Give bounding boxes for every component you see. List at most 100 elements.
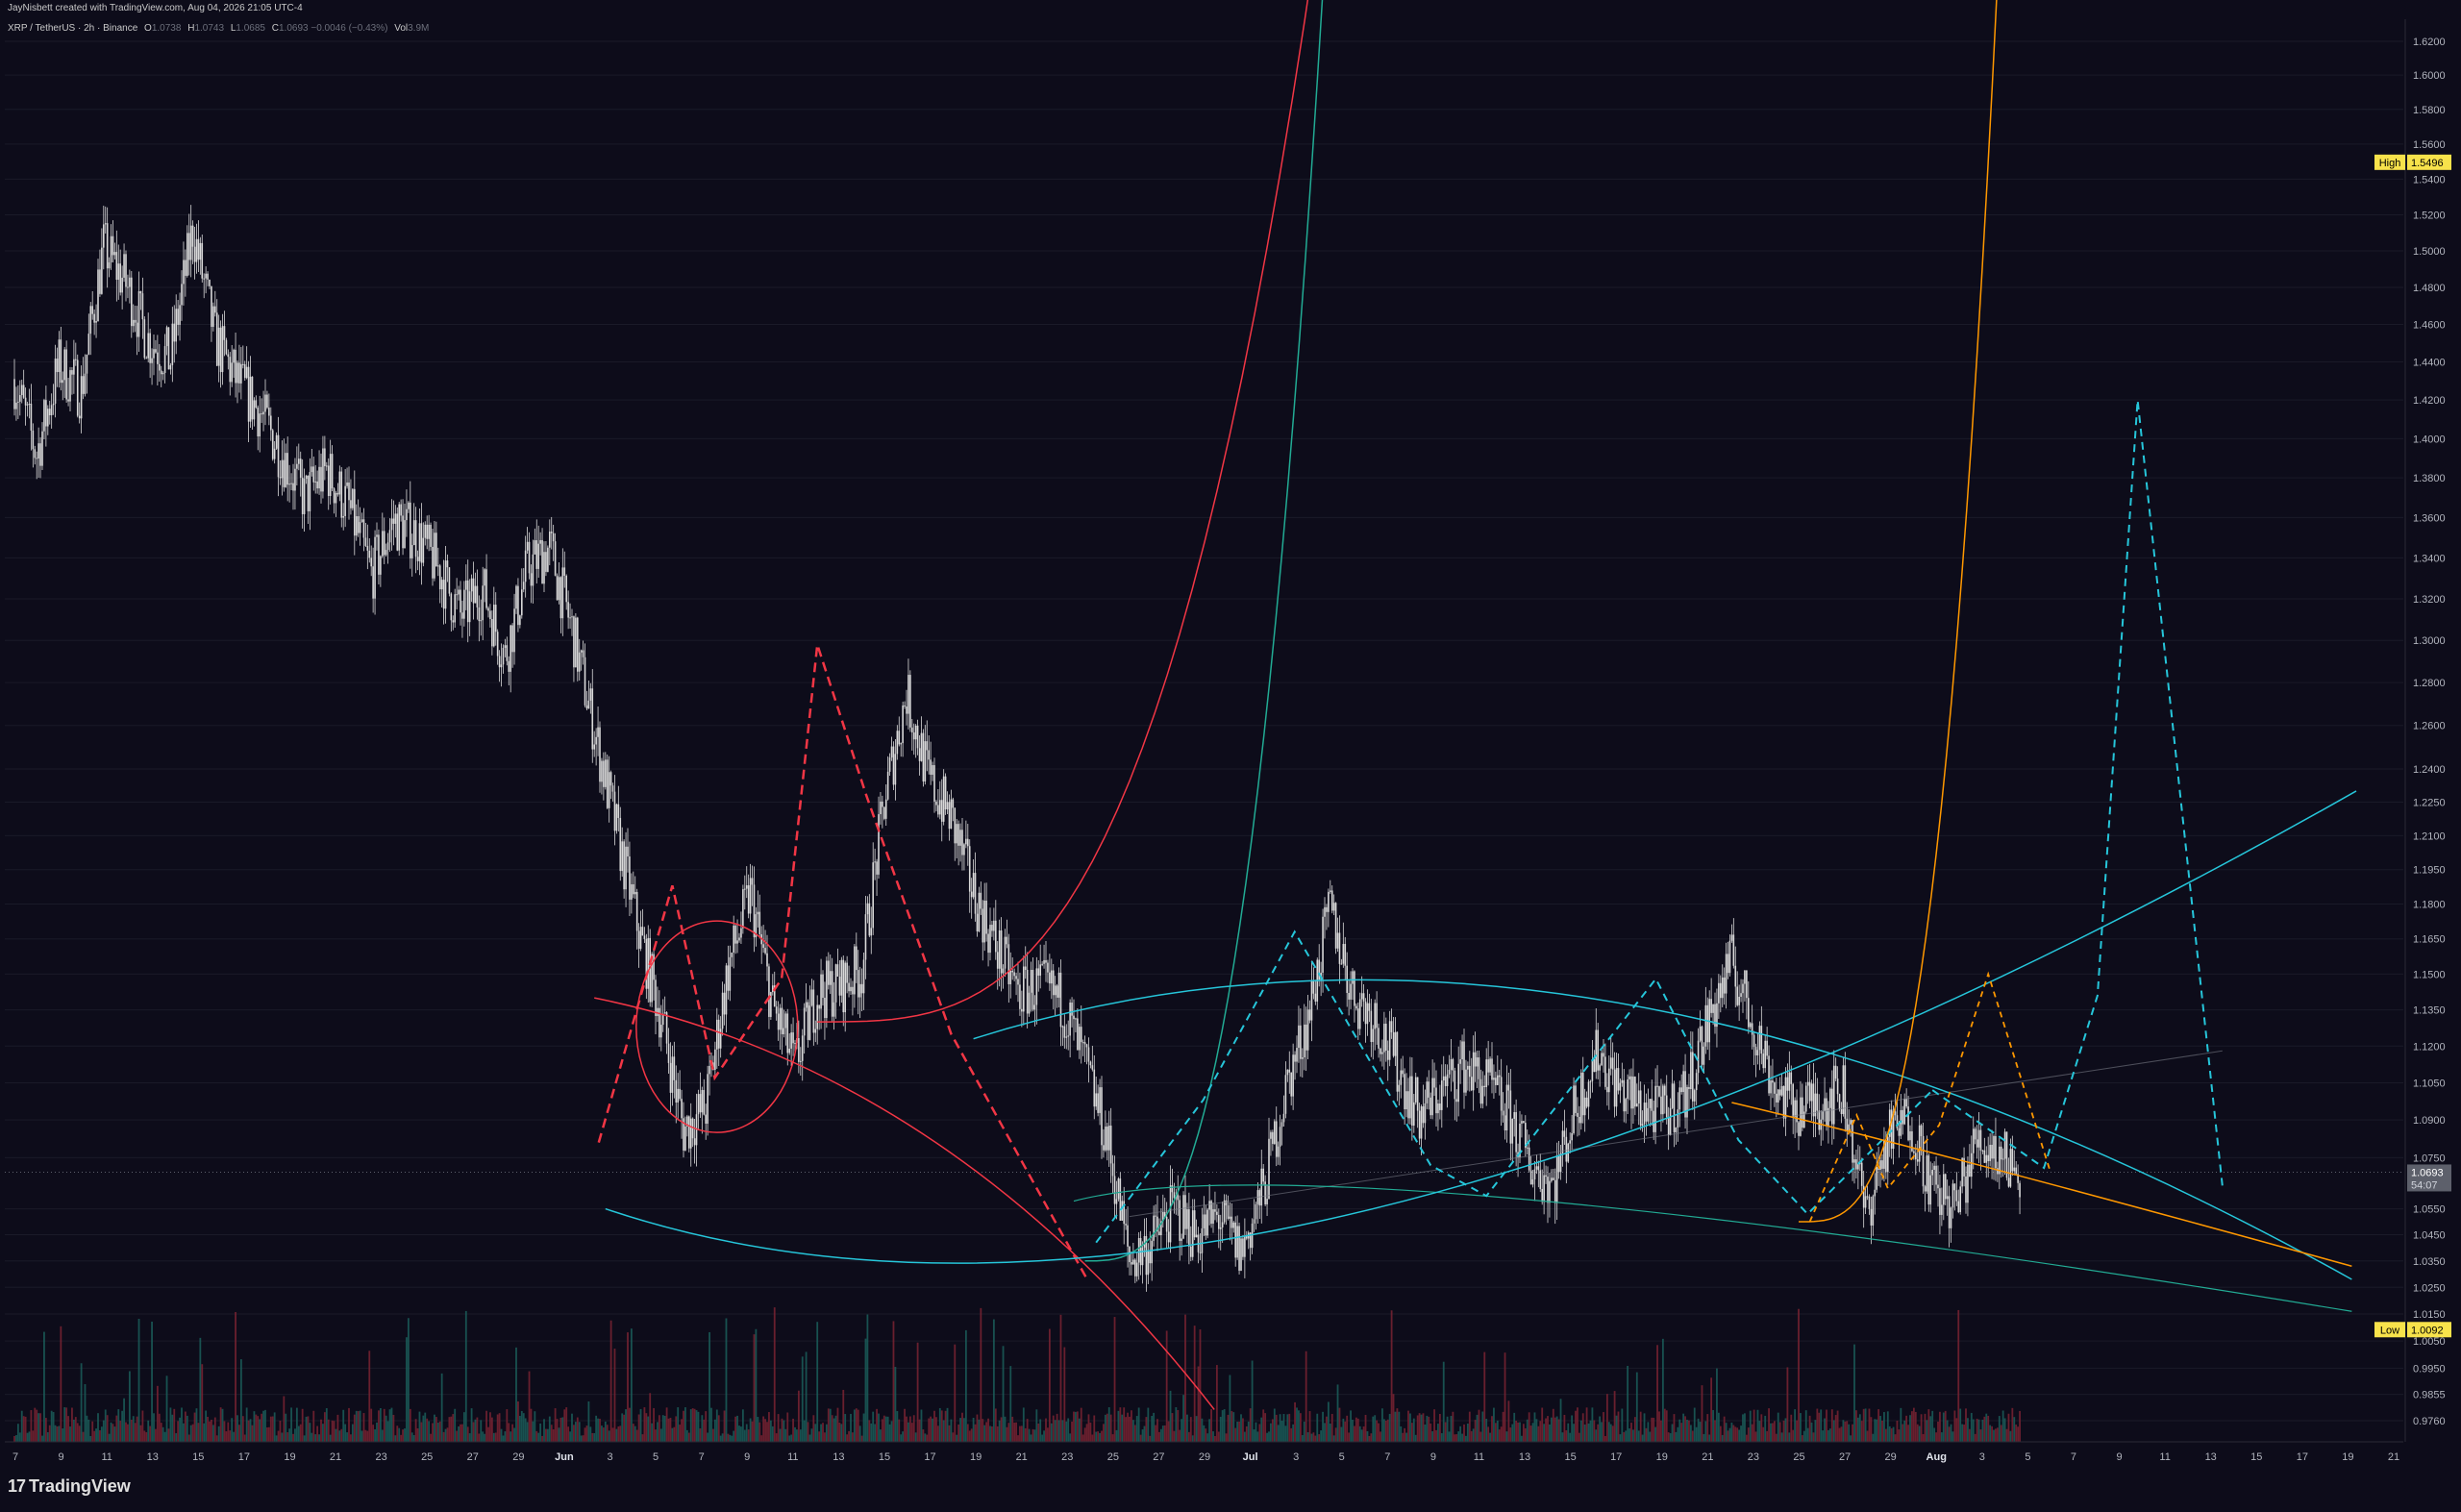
volume-bar (825, 1424, 828, 1442)
y-tick-label: 1.6200 (2413, 37, 2446, 48)
candle-body (28, 403, 31, 405)
volume-bar (862, 1413, 865, 1442)
volume-bar (1663, 1408, 1666, 1442)
candle-body (1344, 944, 1347, 966)
volume-bar (163, 1431, 166, 1442)
volume-bar (1517, 1422, 1519, 1442)
volume-bar (963, 1418, 965, 1442)
volume-bar (814, 1424, 817, 1442)
volume-bar (1493, 1407, 1495, 1442)
volume-bar (1948, 1426, 1951, 1442)
volume-bar (924, 1433, 927, 1442)
candle-body (1282, 1113, 1285, 1123)
volume-bar (125, 1422, 127, 1442)
candle-body (846, 962, 848, 983)
brand-name: TradingView (29, 1476, 131, 1496)
candle-body (1804, 1085, 1807, 1112)
x-tick-label: 27 (1153, 1451, 1164, 1463)
candle-body (1758, 1026, 1761, 1051)
volume-bar (1308, 1411, 1311, 1442)
volume-bar (1205, 1428, 1207, 1442)
candle-body (807, 1002, 809, 1040)
volume-bar (1461, 1433, 1463, 1442)
volume-bar (2000, 1425, 2002, 1442)
volume-bar (1589, 1420, 1592, 1442)
volume-bar (1159, 1428, 1162, 1442)
candle-body (294, 468, 296, 491)
volume-bar (1212, 1431, 1214, 1442)
candle-body (948, 802, 951, 830)
candle-body (831, 971, 833, 1017)
price-marker-value: 1.5496 (2411, 158, 2444, 169)
volume-bar (972, 1417, 975, 1442)
volume-bar (485, 1410, 487, 1442)
volume-bar (1282, 1414, 1285, 1442)
volume-bar (28, 1431, 31, 1442)
tradingview-logo[interactable]: 17 TradingView (8, 1476, 131, 1497)
volume-bar (1065, 1421, 1068, 1442)
volume-bar (243, 1434, 246, 1442)
candle-body (1474, 1052, 1477, 1067)
candle-body (268, 408, 270, 416)
axes: 1.62001.60001.58001.56001.54001.52001.50… (5, 0, 2461, 1512)
candle-body (1693, 1090, 1696, 1102)
volume-bar (1881, 1420, 1883, 1442)
candle-body (390, 518, 393, 531)
candle-body (526, 541, 529, 551)
candle-body (719, 1029, 722, 1049)
candle-body (1011, 970, 1013, 973)
candle-body (127, 286, 129, 288)
candle-body (1768, 1055, 1770, 1094)
volume-bar (1680, 1423, 1683, 1442)
candle-body (20, 384, 23, 396)
candle-body (75, 359, 77, 360)
volume-bar (907, 1422, 909, 1442)
candle-body (262, 411, 264, 415)
candle-body (535, 540, 538, 569)
candle-body (496, 632, 499, 657)
volume-bar (651, 1423, 654, 1442)
volume-bar (1559, 1399, 1562, 1442)
candle-body (478, 607, 481, 622)
volume-bar (1599, 1416, 1602, 1442)
volume-bar (407, 1318, 410, 1442)
candle-body (1405, 1091, 1407, 1110)
volume-bar (546, 1428, 549, 1442)
candle-body (1251, 1223, 1254, 1249)
candle-body (1728, 940, 1731, 974)
candle-body (1561, 1130, 1564, 1153)
candle-body (1334, 903, 1337, 949)
candle-body (876, 861, 878, 875)
volume-bar (569, 1431, 571, 1442)
volume-bar (914, 1432, 917, 1442)
volume-bar (1153, 1412, 1156, 1442)
candle-body (1366, 1003, 1369, 1025)
candle-body (534, 540, 536, 555)
candle-body (611, 785, 614, 792)
candle-body (1680, 1087, 1682, 1093)
candle-body (1374, 1003, 1376, 1029)
candle-body (296, 463, 298, 469)
candle-body (1275, 1121, 1278, 1157)
candle-body (1115, 1199, 1118, 1204)
volume-bar (402, 1429, 404, 1442)
y-tick-label: 1.4200 (2413, 395, 2446, 407)
volume-bar (896, 1411, 899, 1442)
price-chart[interactable]: 1.62001.60001.58001.56001.54001.52001.50… (0, 0, 2461, 1512)
volume-bar (1651, 1417, 1653, 1442)
volume-bar (1071, 1421, 1073, 1442)
candle-body (667, 1043, 670, 1063)
candle-body (1396, 1031, 1399, 1092)
volume-bar (930, 1416, 932, 1442)
volume-bar (1747, 1427, 1750, 1442)
candle-body (458, 589, 460, 595)
volume-bar (1380, 1431, 1381, 1442)
volume-bar (184, 1411, 186, 1442)
candle-body (1637, 1090, 1640, 1104)
candle-body (519, 615, 521, 626)
candle-body (697, 1094, 700, 1115)
volume-bar (1459, 1425, 1462, 1442)
volume-bar (320, 1419, 322, 1442)
candle-body (537, 543, 539, 569)
candle-body (1511, 1118, 1514, 1144)
